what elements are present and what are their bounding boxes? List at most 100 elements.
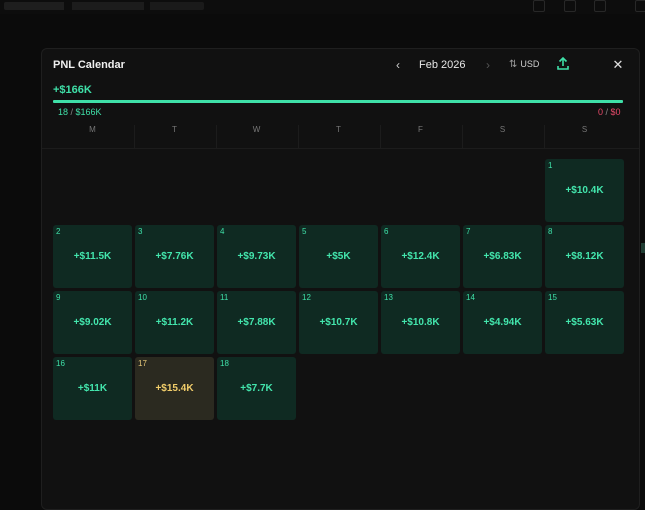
day-number: 10 (138, 293, 147, 302)
background-breadcrumb (4, 2, 204, 10)
calendar-day-cell[interactable]: 3 +$7.76K (135, 225, 214, 288)
weekday-label: T (336, 125, 341, 134)
losses-total: $0 (610, 107, 621, 117)
day-pnl-value: +$9.02K (73, 317, 112, 328)
wins-count: 18 (58, 107, 69, 117)
day-pnl-value: +$10.8K (401, 317, 440, 328)
currency-label: USD (520, 59, 540, 69)
day-pnl-value: +$15.4K (155, 383, 194, 394)
weekday-divider (298, 125, 299, 149)
day-pnl-value: +$12.4K (401, 251, 440, 262)
day-pnl-value: +$8.12K (565, 251, 604, 262)
background-icon (594, 0, 606, 12)
close-button[interactable]: ✕ (611, 57, 625, 73)
weekday-label: S (581, 125, 588, 134)
weekday-label: T (172, 125, 177, 134)
calendar-day-cell[interactable]: 17 +$15.4K (135, 357, 214, 420)
win-loss-progress-bar (53, 100, 623, 103)
day-number: 6 (384, 227, 389, 236)
losses-separator: / (603, 107, 611, 117)
weekday-label: S (499, 125, 506, 134)
day-number: 12 (302, 293, 311, 302)
day-pnl-value: +$9.73K (237, 251, 276, 262)
day-number: 5 (302, 227, 307, 236)
day-number: 4 (220, 227, 225, 236)
weekday-divider (462, 125, 463, 149)
calendar-day-cell[interactable]: 2 +$11.5K (53, 225, 132, 288)
weekday-label: M (89, 125, 96, 134)
sort-arrows-icon: ⇅ (509, 59, 518, 70)
calendar-day-cell[interactable]: 10 +$11.2K (135, 291, 214, 354)
calendar-day-cell[interactable]: 12 +$10.7K (299, 291, 378, 354)
day-number: 3 (138, 227, 143, 236)
currency-toggle[interactable]: ⇅ USD (509, 59, 539, 70)
background-edge-marker (641, 243, 645, 253)
background-topbar (0, 0, 645, 14)
day-number: 17 (138, 359, 147, 368)
calendar-day-cell[interactable]: 18 +$7.7K (217, 357, 296, 420)
day-pnl-value: +$5.63K (565, 317, 604, 328)
calendar-day-cell[interactable]: 5 +$5K (299, 225, 378, 288)
calendar-day-cell[interactable]: 4 +$9.73K (217, 225, 296, 288)
day-number: 11 (220, 293, 229, 302)
day-pnl-value: +$11.2K (155, 317, 194, 328)
day-pnl-value: +$4.94K (483, 317, 522, 328)
day-pnl-value: +$11.5K (73, 251, 112, 262)
calendar-day-cell[interactable]: 16 +$11K (53, 357, 132, 420)
calendar-day-cell[interactable]: 14 +$4.94K (463, 291, 542, 354)
calendar-day-cell[interactable]: 1 +$10.4K (545, 159, 624, 222)
grid-divider (42, 148, 639, 149)
day-pnl-value: +$6.83K (483, 251, 522, 262)
calendar-day-cell[interactable]: 7 +$6.83K (463, 225, 542, 288)
calendar-day-cell[interactable]: 6 +$12.4K (381, 225, 460, 288)
background-icon (533, 0, 545, 12)
day-number: 18 (220, 359, 229, 368)
wins-separator: / (68, 107, 76, 117)
day-number: 14 (466, 293, 475, 302)
day-pnl-value: +$10.4K (565, 185, 604, 196)
pnl-calendar-modal: PNL Calendar ‹ Feb 2026 › ⇅ USD ✕ +$166K … (41, 48, 640, 510)
weekday-label: F (418, 125, 423, 134)
chevron-right-icon: › (486, 58, 490, 72)
weekday-divider (380, 125, 381, 149)
day-number: 16 (56, 359, 65, 368)
wins-summary: 18 / $166K (58, 107, 102, 117)
losses-summary: 0 / $0 (598, 107, 621, 117)
wins-total: $166K (75, 107, 102, 117)
current-month-label: Feb 2026 (419, 59, 466, 71)
background-icon (635, 0, 645, 12)
calendar-day-cell[interactable]: 15 +$5.63K (545, 291, 624, 354)
calendar-day-cell[interactable]: 11 +$7.88K (217, 291, 296, 354)
weekday-label: W (252, 125, 261, 134)
weekday-divider (134, 125, 135, 149)
day-pnl-value: +$11K (77, 383, 108, 394)
weekday-divider (216, 125, 217, 149)
chevron-left-icon: ‹ (396, 58, 400, 72)
close-icon: ✕ (612, 57, 624, 72)
next-month-button[interactable]: › (481, 57, 495, 73)
day-pnl-value: +$7.88K (237, 317, 276, 328)
day-pnl-value: +$10.7K (319, 317, 358, 328)
calendar-day-cell[interactable]: 9 +$9.02K (53, 291, 132, 354)
weekday-header: MTWTFSS (53, 125, 628, 149)
prev-month-button[interactable]: ‹ (391, 57, 405, 73)
day-number: 7 (466, 227, 471, 236)
day-number: 15 (548, 293, 557, 302)
calendar-day-cell[interactable]: 8 +$8.12K (545, 225, 624, 288)
day-number: 13 (384, 293, 393, 302)
background-icon (564, 0, 576, 12)
day-number: 1 (548, 161, 553, 170)
total-pnl: +$166K (53, 84, 92, 96)
export-icon (557, 56, 569, 70)
day-pnl-value: +$5K (326, 251, 351, 262)
export-button[interactable] (555, 56, 571, 72)
weekday-divider (544, 125, 545, 149)
day-pnl-value: +$7.7K (240, 383, 273, 394)
day-number: 9 (56, 293, 61, 302)
calendar-day-cell[interactable]: 13 +$10.8K (381, 291, 460, 354)
modal-header: PNL Calendar ‹ Feb 2026 › ⇅ USD ✕ (42, 49, 639, 83)
modal-title: PNL Calendar (53, 59, 125, 71)
day-number: 2 (56, 227, 61, 236)
day-number: 8 (548, 227, 553, 236)
day-pnl-value: +$7.76K (155, 251, 194, 262)
